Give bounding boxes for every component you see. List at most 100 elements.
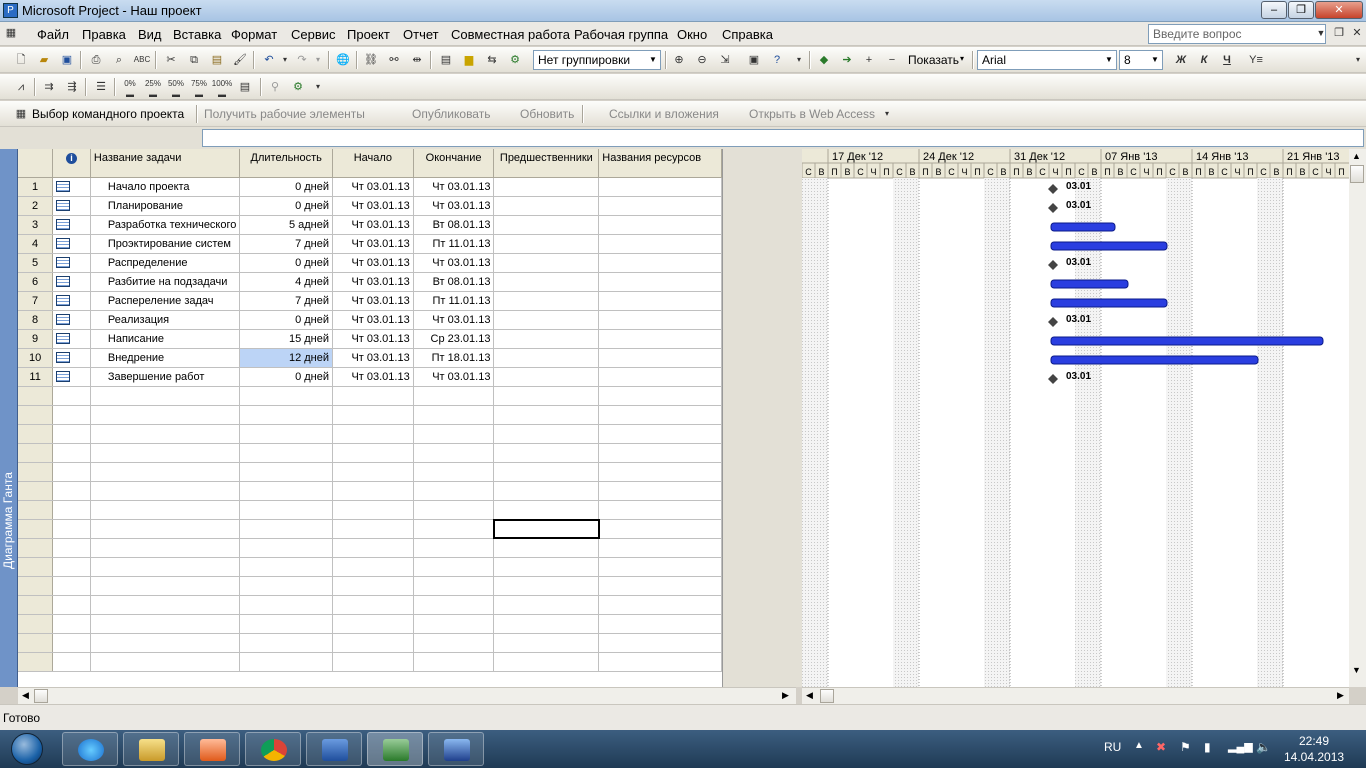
predecessors-cell[interactable] xyxy=(493,253,600,273)
update-tasks-icon[interactable]: ▤ xyxy=(236,78,254,96)
start-cell[interactable]: Чт 03.01.13 xyxy=(332,253,414,273)
table-row[interactable] xyxy=(18,652,722,672)
empty-cell[interactable] xyxy=(598,462,722,482)
empty-cell[interactable] xyxy=(239,652,334,672)
table-row[interactable] xyxy=(18,557,722,577)
predecessors-cell[interactable] xyxy=(493,196,600,216)
scroll-left-icon[interactable]: ◀ xyxy=(22,690,29,701)
empty-cell[interactable] xyxy=(413,576,495,596)
empty-cell[interactable] xyxy=(413,405,495,425)
row-number[interactable]: 3 xyxy=(18,215,54,235)
finish-cell[interactable]: Чт 03.01.13 xyxy=(413,310,495,330)
table-row[interactable]: 6 Разбитие на подзадачи 4 дней Чт 03.01.13 В… xyxy=(18,272,722,292)
task-name-cell[interactable]: Реализация xyxy=(90,310,241,330)
empty-cell[interactable] xyxy=(90,481,241,501)
empty-cell[interactable] xyxy=(90,652,241,672)
resources-cell[interactable] xyxy=(598,310,722,330)
empty-cell[interactable] xyxy=(332,481,414,501)
row-number[interactable] xyxy=(18,652,54,672)
show-menu[interactable]: Показать xyxy=(908,53,959,67)
empty-cell[interactable] xyxy=(493,500,600,520)
duration-cell[interactable]: 0 дней xyxy=(239,253,334,273)
go-to-task-icon[interactable]: ⇲ xyxy=(716,51,734,69)
row-number[interactable]: 7 xyxy=(18,291,54,311)
hide-subtasks-icon[interactable]: − xyxy=(883,51,901,69)
predecessors-cell[interactable] xyxy=(493,310,600,330)
bold-button[interactable]: Ж xyxy=(1172,51,1190,69)
active-cell-selection[interactable] xyxy=(493,519,600,539)
empty-cell[interactable] xyxy=(493,576,600,596)
start-cell[interactable]: Чт 03.01.13 xyxy=(332,177,414,197)
empty-cell[interactable] xyxy=(239,576,334,596)
pct-50-button[interactable]: 50% ▬ xyxy=(167,78,185,99)
close-button[interactable]: ✕ xyxy=(1315,1,1363,19)
table-row[interactable]: 5 Распределение 0 дней Чт 03.01.13 Чт 03.01.… xyxy=(18,253,722,273)
pct-25-button[interactable]: 25% ▬ xyxy=(144,78,162,99)
empty-cell[interactable] xyxy=(90,424,241,444)
indicator-cell[interactable] xyxy=(52,234,91,254)
duration-cell[interactable]: 7 дней xyxy=(239,234,334,254)
resources-header[interactable]: Названия ресурсов xyxy=(598,149,722,178)
finish-cell[interactable]: Чт 03.01.13 xyxy=(413,367,495,387)
link-tasks-icon[interactable]: ⛓ xyxy=(362,51,380,69)
empty-cell[interactable] xyxy=(598,519,722,539)
empty-cell[interactable] xyxy=(413,462,495,482)
indicator-cell[interactable] xyxy=(52,272,91,292)
task-name-cell[interactable]: Планирование xyxy=(90,196,241,216)
outdent-icon[interactable]: ◆ xyxy=(815,51,833,69)
empty-cell[interactable] xyxy=(332,595,414,615)
empty-cell[interactable] xyxy=(52,557,91,577)
start-cell[interactable]: Чт 03.01.13 xyxy=(332,291,414,311)
indicator-cell[interactable] xyxy=(52,291,91,311)
empty-cell[interactable] xyxy=(90,462,241,482)
predecessors-cell[interactable] xyxy=(493,272,600,292)
print-icon[interactable]: ⎙ xyxy=(87,51,105,69)
empty-cell[interactable] xyxy=(332,576,414,596)
cut-icon[interactable]: ✂ xyxy=(162,51,180,69)
menu-tools[interactable]: Сервис xyxy=(291,27,336,42)
doc-icon[interactable]: ▦ xyxy=(2,24,20,42)
start-header[interactable]: Начало xyxy=(332,149,414,178)
menu-edit[interactable]: Правка xyxy=(82,27,126,42)
row-number[interactable] xyxy=(18,519,54,539)
finish-cell[interactable]: Чт 03.01.13 xyxy=(413,177,495,197)
links-attachments-button[interactable]: Ссылки и вложения xyxy=(609,107,719,121)
row-number[interactable]: 8 xyxy=(18,310,54,330)
table-row[interactable] xyxy=(18,405,722,425)
row-number[interactable] xyxy=(18,595,54,615)
start-cell[interactable]: Чт 03.01.13 xyxy=(332,348,414,368)
tracking-options-icon[interactable]: ▾ xyxy=(309,78,327,96)
indicator-cell[interactable] xyxy=(52,367,91,387)
indicator-cell[interactable] xyxy=(52,348,91,368)
empty-cell[interactable] xyxy=(598,500,722,520)
empty-cell[interactable] xyxy=(52,538,91,558)
indicator-cell[interactable] xyxy=(52,196,91,216)
workgroup-icon[interactable]: ⚙ xyxy=(289,78,307,96)
resources-cell[interactable] xyxy=(598,215,722,235)
table-row[interactable]: 2 Планирование 0 дней Чт 03.01.13 Чт 03.01.1… xyxy=(18,196,722,216)
table-row[interactable]: 9 Написание 15 дней Чт 03.01.13 Ср 23.01.13 xyxy=(18,329,722,349)
empty-cell[interactable] xyxy=(413,538,495,558)
paste-icon[interactable]: ▤ xyxy=(208,51,226,69)
table-row[interactable] xyxy=(18,633,722,653)
new-icon[interactable]: 🗋 xyxy=(12,51,30,69)
resources-cell[interactable] xyxy=(598,272,722,292)
empty-cell[interactable] xyxy=(493,652,600,672)
gantt-vertical-scrollbar[interactable]: ▲ ▼ xyxy=(1349,149,1366,687)
empty-cell[interactable] xyxy=(90,538,241,558)
menu-file[interactable]: Файл xyxy=(37,27,69,42)
empty-cell[interactable] xyxy=(332,462,414,482)
indicator-cell[interactable] xyxy=(52,329,91,349)
empty-cell[interactable] xyxy=(332,424,414,444)
empty-cell[interactable] xyxy=(332,633,414,653)
redo-dropdown-icon[interactable]: ▾ xyxy=(309,51,327,69)
taskbar-word[interactable] xyxy=(306,732,362,766)
entry-field[interactable] xyxy=(202,129,1364,147)
row-number[interactable]: 10 xyxy=(18,348,54,368)
undo-dropdown-icon[interactable]: ▾ xyxy=(276,51,294,69)
refresh-button[interactable]: Обновить xyxy=(520,107,574,121)
finish-cell[interactable]: Пт 11.01.13 xyxy=(413,234,495,254)
publish-info-icon[interactable]: ⚙ xyxy=(506,51,524,69)
row-number[interactable]: 1 xyxy=(18,177,54,197)
battery-icon[interactable]: ▮ xyxy=(1204,740,1211,754)
